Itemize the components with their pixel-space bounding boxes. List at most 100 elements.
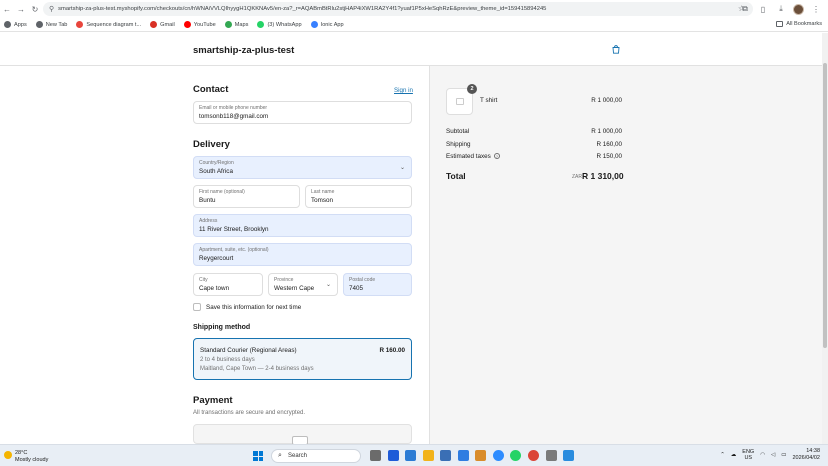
total-label: Total: [446, 171, 466, 181]
shipping-option[interactable]: Standard Courier (Regional Areas) R 160.…: [193, 338, 412, 380]
payment-title: Payment: [193, 395, 233, 406]
taskbar-search[interactable]: ⌕ Search: [271, 449, 361, 463]
delivery-title: Delivery: [193, 139, 230, 150]
app-icon[interactable]: [546, 450, 557, 461]
chevron-up-icon[interactable]: ⌃: [720, 452, 725, 458]
sign-in-link[interactable]: Sign in: [394, 87, 413, 94]
file-explorer-icon[interactable]: [423, 450, 434, 461]
system-tray: ⌃ ☁ ENG US ◠ ◁ ▭ 14:38 2026/04/02: [720, 448, 820, 462]
shipping-option-location: Maitland, Cape Town — 2-4 business days: [200, 366, 314, 372]
email-value: tomsonb118@gmail.com: [199, 113, 269, 120]
store-name[interactable]: smartship-za-plus-test: [193, 45, 294, 56]
postal-code-field[interactable]: Postal code 7405: [343, 273, 412, 296]
keyboard-layout: US: [744, 455, 753, 461]
country-select[interactable]: Country/Region South Africa ⌄: [193, 156, 412, 179]
bookmark-item[interactable]: New Tab: [35, 21, 67, 28]
apartment-field[interactable]: Apartment, suite, etc. (optional) Reyger…: [193, 243, 412, 266]
save-info-checkbox[interactable]: [193, 303, 201, 311]
city-label: City: [199, 277, 208, 283]
bookmark-icon: [76, 21, 84, 28]
first-name-label: First name (optional): [199, 189, 245, 195]
bookmark-icon: [150, 21, 158, 28]
bookmark-item[interactable]: YouTube: [183, 21, 216, 28]
app-icon[interactable]: [493, 450, 504, 461]
back-icon[interactable]: ←: [0, 2, 14, 16]
profile-avatar[interactable]: [793, 3, 804, 15]
page-scrollbar[interactable]: [822, 33, 828, 444]
product-price: R 1 000,00: [591, 97, 622, 104]
shipping-label: Shipping: [446, 141, 471, 148]
scrollbar-thumb[interactable]: [823, 63, 827, 348]
checkout-header: smartship-za-plus-test: [0, 33, 822, 66]
email-label: Email or mobile phone number: [199, 105, 268, 111]
address-bar[interactable]: ⚲ smartship-za-plus-test.myshopify.com/c…: [43, 2, 753, 16]
contact-title: Contact: [193, 84, 229, 95]
reload-icon[interactable]: ↻: [28, 2, 42, 16]
last-name-value: Tomson: [311, 197, 334, 204]
province-label: Province: [274, 277, 294, 283]
language-indicator[interactable]: ENG US: [742, 449, 754, 461]
bookmark-icon: [257, 21, 265, 28]
cloud-icon[interactable]: ☁: [731, 452, 737, 458]
app-icon[interactable]: [388, 450, 399, 461]
bookmark-label: Ionic App: [320, 21, 344, 28]
browser-toolbar: ← → ↻ ⚲ smartship-za-plus-test.myshopify…: [0, 0, 828, 18]
bookmark-item[interactable]: (3) WhatsApp: [257, 21, 302, 28]
bookmark-icon: [4, 21, 11, 28]
address-label: Address: [199, 218, 218, 224]
site-info-icon[interactable]: ⚲: [49, 5, 54, 13]
bookmark-label: Sequence diagram t...: [86, 21, 142, 28]
volume-icon[interactable]: ◁: [771, 452, 775, 458]
app-icon[interactable]: [475, 450, 486, 461]
province-select[interactable]: Province Western Cape ⌄: [268, 273, 338, 296]
bookmark-item[interactable]: Gmail: [150, 21, 175, 28]
bookmark-icon: [183, 21, 191, 28]
checkout-page: smartship-za-plus-test Contact Sign in E…: [0, 33, 822, 444]
shipping-value: R 160,00: [596, 141, 622, 148]
windows-start-icon[interactable]: [253, 451, 263, 461]
task-view-icon[interactable]: [370, 450, 381, 461]
bookmark-item[interactable]: Ionic App: [310, 21, 344, 28]
menu-icon[interactable]: ⋮: [810, 2, 822, 16]
bookmark-item[interactable]: Sequence diagram t...: [76, 21, 141, 28]
battery-icon[interactable]: ▭: [781, 452, 786, 458]
first-name-field[interactable]: First name (optional) Buntu: [193, 185, 300, 208]
bookmark-item[interactable]: Maps: [224, 21, 248, 28]
shipping-option-name: Standard Courier (Regional Areas): [200, 347, 297, 354]
download-icon[interactable]: ⤓: [775, 2, 787, 16]
weather-condition: Mostly cloudy: [15, 457, 49, 463]
address-field[interactable]: Address 11 River Street, Brooklyn: [193, 214, 412, 237]
bookmark-item[interactable]: Apps: [4, 21, 27, 28]
email-field[interactable]: Email or mobile phone number tomsonb118@…: [193, 101, 412, 124]
forward-icon[interactable]: →: [14, 2, 28, 16]
vscode-icon[interactable]: [563, 450, 574, 461]
search-label: Search: [288, 453, 308, 459]
whatsapp-icon[interactable]: [510, 450, 521, 461]
last-name-field[interactable]: Last name Tomson: [305, 185, 412, 208]
clock[interactable]: 14:38 2026/04/02: [792, 448, 820, 462]
city-field[interactable]: City Cape town: [193, 273, 263, 296]
bookmark-icon: [310, 21, 318, 28]
bookmark-icon: [35, 21, 43, 28]
app-icon[interactable]: [440, 450, 451, 461]
shipping-method-title: Shipping method: [193, 324, 251, 331]
first-name-value: Buntu: [199, 197, 216, 204]
app-icon[interactable]: [458, 450, 469, 461]
credit-card-icon: [292, 436, 308, 444]
url-text: smartship-za-plus-test.myshopify.com/che…: [58, 6, 547, 12]
side-panel-icon[interactable]: ▯: [757, 2, 769, 16]
postal-code-label: Postal code: [349, 277, 376, 283]
wifi-icon[interactable]: ◠: [760, 452, 765, 458]
extensions-icon[interactable]: ⧉: [739, 2, 751, 16]
save-info-label[interactable]: Save this information for next time: [206, 304, 301, 311]
app-icon[interactable]: [405, 450, 416, 461]
bookmark-label: Gmail: [160, 21, 175, 28]
total-value: R 1 310,00: [582, 171, 624, 181]
all-bookmarks-label: All Bookmarks: [786, 21, 822, 27]
apartment-label: Apartment, suite, etc. (optional): [199, 247, 269, 253]
info-icon[interactable]: ?: [493, 153, 500, 160]
shopping-bag-icon[interactable]: [611, 44, 621, 54]
subtotal-label: Subtotal: [446, 128, 470, 135]
chrome-icon[interactable]: [528, 450, 539, 461]
all-bookmarks[interactable]: All Bookmarks: [776, 21, 822, 27]
